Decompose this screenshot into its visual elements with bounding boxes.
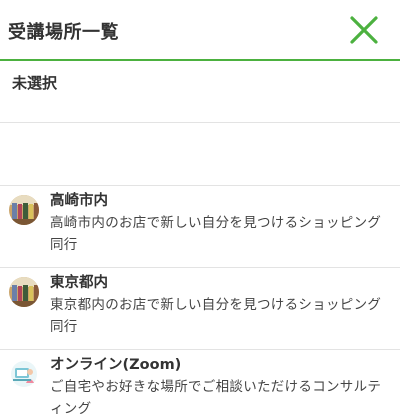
location-list: 高崎市内 高崎市内のお店で新しい自分を見つけるショッピング同行 東京都内 東京都… (0, 185, 400, 415)
location-item-takasaki[interactable]: 高崎市内 高崎市内のお店で新しい自分を見つけるショッピング同行 (0, 185, 400, 267)
shop-photo-avatar (9, 195, 39, 225)
location-title: 高崎市内 (50, 193, 108, 209)
unselected-option[interactable]: 未選択 (0, 61, 400, 123)
location-title: 東京都内 (50, 275, 108, 291)
location-description: 東京都内のお店で新しい自分を見つけるショッピング同行 (50, 297, 382, 335)
modal-header: 受講場所一覧 (0, 0, 400, 61)
online-illustration-avatar (9, 359, 39, 389)
location-item-online[interactable]: オンライン(Zoom) ご自宅やお好きな場所でご相談いただけるコンサルティング (0, 349, 400, 415)
close-x-icon (350, 16, 378, 44)
shop-photo-avatar (9, 277, 39, 307)
location-title: オンライン(Zoom) (50, 357, 182, 373)
location-description: ご自宅やお好きな場所でご相談いただけるコンサルティング (50, 379, 382, 415)
location-item-tokyo[interactable]: 東京都内 東京都内のお店で新しい自分を見つけるショッピング同行 (0, 267, 400, 349)
close-button[interactable] (348, 14, 380, 46)
page-title: 受講場所一覧 (8, 22, 119, 43)
location-description: 高崎市内のお店で新しい自分を見つけるショッピング同行 (50, 215, 382, 253)
